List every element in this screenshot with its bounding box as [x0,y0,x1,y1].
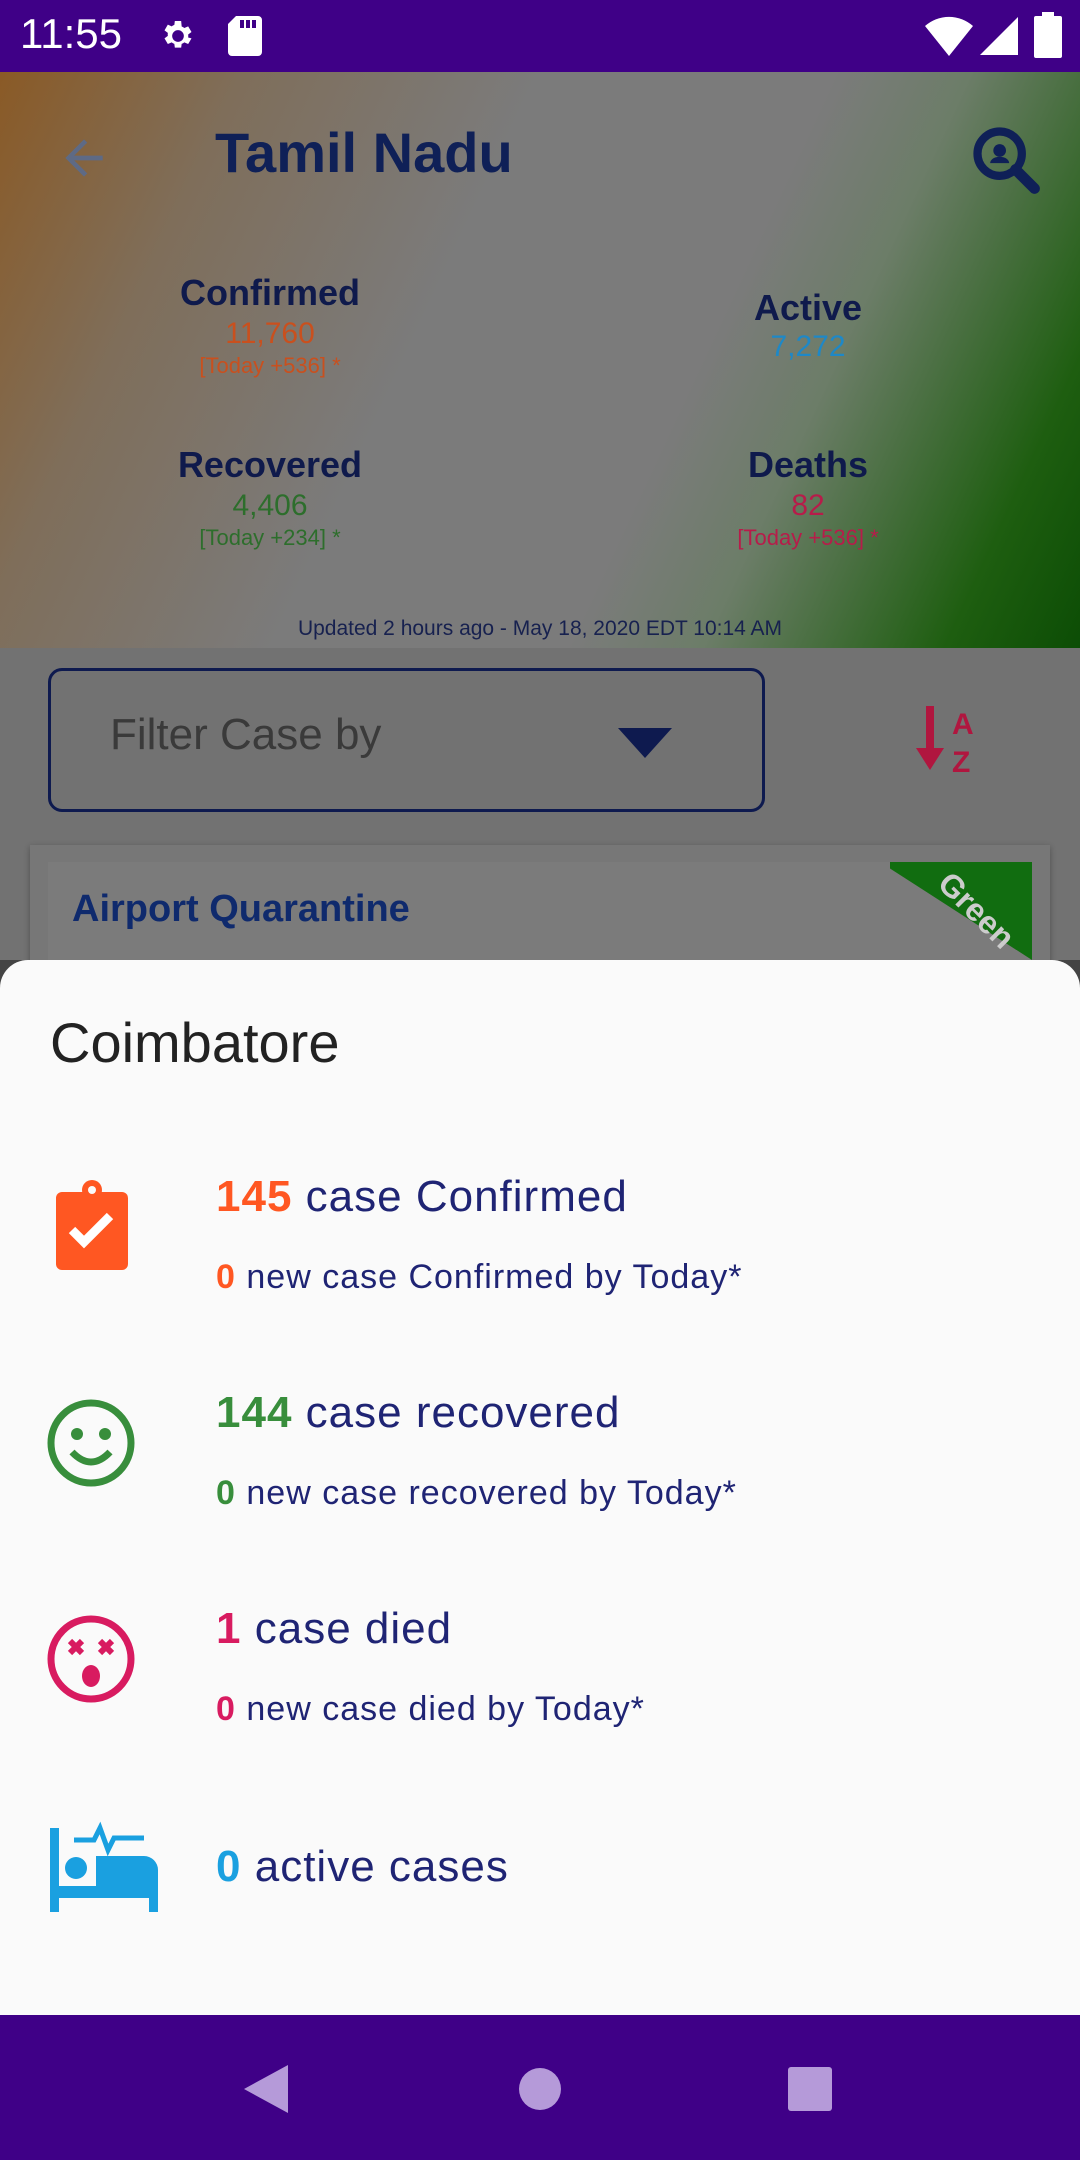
status-bar: 11:55 [0,0,1080,72]
confirmed-label: Confirmed [180,272,360,313]
recovered-new-text: new case recovered by Today* [246,1474,737,1512]
recovered-today: [Today +234] * [199,525,341,550]
deaths-today: [Today +536] * [737,525,879,550]
svg-text:Z: Z [952,746,970,779]
signal-icon [980,17,1018,55]
sort-az-icon: A Z [916,706,974,779]
updated-timestamp: Updated 2 hours ago - May 18, 2020 EDT 1… [297,617,783,640]
back-arrow-icon[interactable] [56,130,112,186]
recovered-text: case recovered [305,1388,621,1437]
navigation-bar [0,2015,1080,2160]
district-card-title: Airport Quarantine [72,888,410,930]
nav-home-icon[interactable] [518,2067,562,2111]
active-label: Active [753,287,863,328]
died-new-text: new case died by Today* [246,1690,645,1728]
died-new: 0 new case died by Today* [216,1690,645,1729]
active-value: 7,272 [770,330,846,363]
confirmed-new: 0 new case Confirmed by Today* [216,1258,742,1297]
nav-recents-icon[interactable] [788,2067,832,2111]
deaths-label: Deaths [747,444,869,485]
clipboard-check-icon [56,1180,128,1270]
settings-icon [164,21,192,48]
confirmed-count: 145 case Confirmed [216,1172,628,1222]
recovered-new-number: 0 [216,1474,236,1512]
confirmed-new-number: 0 [216,1258,236,1296]
battery-icon [1034,12,1062,58]
chevron-down-icon [618,728,672,758]
deaths-value: 82 [791,489,825,522]
district-name: Coimbatore [50,1011,340,1074]
search-icon[interactable] [968,122,1044,198]
zone-ribbon: Green [890,862,1032,960]
sd-card-icon [228,16,262,56]
active-number: 0 [216,1842,242,1891]
filter-placeholder: Filter Case by [110,710,382,759]
died-count: 1 case died [216,1604,452,1654]
recovered-count: 144 case recovered [216,1388,620,1438]
died-number: 1 [216,1604,242,1653]
confirmed-new-text: new case Confirmed by Today* [246,1258,743,1296]
confirmed-text: case Confirmed [305,1172,628,1221]
died-new-number: 0 [216,1690,236,1728]
recovered-number: 144 [216,1388,293,1437]
dizzy-face-icon [47,1615,135,1703]
active-text: active cases [254,1842,509,1891]
recovered-label: Recovered [177,444,363,485]
confirmed-today: [Today +536] * [199,353,341,378]
confirmed-value: 11,760 [225,317,315,350]
page-title: Tamil Nadu [215,121,513,184]
confirmed-number: 145 [216,1172,293,1221]
smiley-icon [47,1399,135,1487]
recovered-new: 0 new case recovered by Today* [216,1474,737,1513]
active-count: 0 active cases [216,1842,509,1892]
hospital-bed-icon [50,1821,158,1912]
sort-az-button[interactable]: A Z [908,700,988,780]
died-text: case died [254,1604,453,1653]
state-summary-header: Tamil Nadu Confirmed 11,760 [Today +536]… [0,72,1080,648]
wifi-icon [925,16,973,56]
recovered-value: 4,406 [232,489,308,522]
svg-text:A: A [952,708,974,741]
nav-back-icon[interactable] [244,2065,288,2113]
status-time: 11:55 [20,10,122,57]
